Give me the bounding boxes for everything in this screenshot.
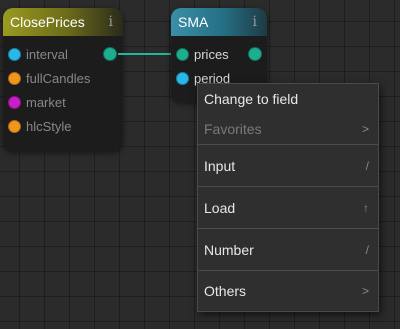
closeprices-node[interactable]: ClosePrices i interval fullCandles marke… [3, 8, 123, 151]
menu-item-others[interactable]: Others > [198, 271, 378, 311]
menu-item-input[interactable]: Input / [198, 145, 378, 186]
context-menu: Change to field Favorites > Input / Load… [197, 83, 379, 312]
info-icon[interactable]: i [109, 14, 113, 30]
menu-item-label: Change to field [204, 91, 299, 107]
menu-item-label: Others [204, 283, 247, 299]
menu-item-number[interactable]: Number / [198, 229, 378, 270]
port-label-fullcandles: fullCandles [26, 70, 91, 86]
port-dot-icon[interactable] [8, 95, 21, 109]
menu-item-label: Load [204, 199, 236, 216]
port-dot-icon[interactable] [176, 47, 189, 61]
closeprices-node-title: ClosePrices [10, 14, 85, 30]
slash-icon: / [365, 158, 369, 173]
menu-item-label: Favorites [204, 121, 262, 137]
sma-node-header[interactable]: SMA i [171, 8, 267, 36]
menu-item-label: Number [204, 241, 254, 258]
closeprices-node-header[interactable]: ClosePrices i [3, 8, 123, 36]
port-label-market: market [26, 94, 66, 110]
input-port-hlcstyle[interactable]: hlcStyle [3, 114, 123, 138]
chevron-right-icon: > [361, 122, 369, 136]
connection-wire[interactable] [118, 53, 174, 55]
port-label-interval: interval [26, 46, 68, 62]
port-label-hlcstyle: hlcStyle [26, 118, 72, 134]
menu-item-favorites[interactable]: Favorites > [198, 114, 378, 144]
graph-canvas[interactable]: ClosePrices i interval fullCandles marke… [0, 0, 400, 329]
info-icon[interactable]: i [253, 14, 257, 30]
input-port-fullcandles[interactable]: fullCandles [3, 66, 123, 90]
port-label-prices: prices [194, 46, 229, 62]
sma-node-title: SMA [178, 14, 209, 30]
sma-output-port[interactable] [248, 47, 262, 61]
menu-item-label: Input [204, 157, 236, 174]
port-dot-icon[interactable] [8, 71, 21, 85]
arrow-up-icon: ↑ [363, 200, 369, 215]
slash-icon: / [365, 242, 369, 257]
port-dot-icon[interactable] [176, 71, 189, 85]
port-dot-icon[interactable] [8, 119, 21, 133]
menu-item-load[interactable]: Load ↑ [198, 187, 378, 228]
input-port-market[interactable]: market [3, 90, 123, 114]
closeprices-output-port[interactable] [103, 47, 117, 61]
chevron-right-icon: > [361, 284, 369, 298]
menu-item-change-to-field[interactable]: Change to field [198, 84, 378, 114]
port-dot-icon[interactable] [8, 47, 21, 61]
